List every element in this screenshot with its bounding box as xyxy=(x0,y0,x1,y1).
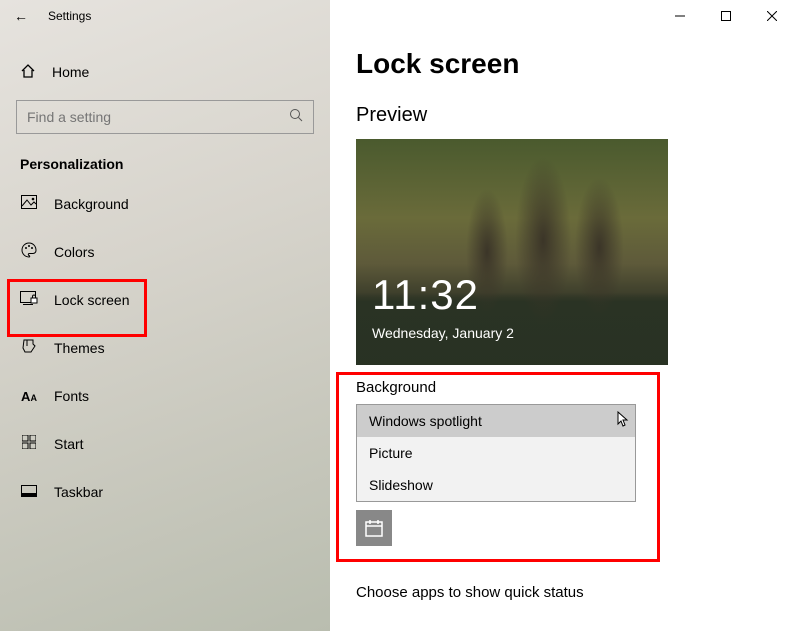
sidebar-item-label: Fonts xyxy=(54,388,89,404)
background-label: Background xyxy=(356,379,672,396)
titlebar: ← Settings xyxy=(0,0,795,32)
preview-date: Wednesday, January 2 xyxy=(372,325,514,341)
taskbar-icon xyxy=(20,484,38,501)
picture-icon xyxy=(20,195,38,213)
window-title: Settings xyxy=(42,9,91,23)
calendar-app-tile[interactable] xyxy=(356,510,392,546)
home-icon xyxy=(20,63,36,82)
fonts-icon: AA xyxy=(20,389,38,404)
minimize-button[interactable] xyxy=(657,0,703,32)
search-box[interactable] xyxy=(16,100,314,134)
sidebar-item-colors[interactable]: Colors xyxy=(16,230,314,274)
close-button[interactable] xyxy=(749,0,795,32)
main-content: Lock screen Preview 11:32 Wednesday, Jan… xyxy=(330,0,795,631)
preview-heading: Preview xyxy=(356,104,795,127)
dropdown-option-spotlight[interactable]: Windows spotlight xyxy=(357,405,635,437)
preview-clock: 11:32 xyxy=(372,271,479,319)
cursor-icon xyxy=(617,411,631,434)
palette-icon xyxy=(20,242,38,262)
sidebar-item-label: Taskbar xyxy=(54,484,103,500)
lock-screen-icon xyxy=(20,291,38,309)
sidebar-item-themes[interactable]: Themes xyxy=(16,326,314,370)
home-label: Home xyxy=(52,64,89,80)
lock-screen-preview: 11:32 Wednesday, January 2 xyxy=(356,139,668,365)
start-icon xyxy=(20,435,38,453)
sidebar-item-fonts[interactable]: AA Fonts xyxy=(16,374,314,418)
home-link[interactable]: Home xyxy=(16,50,314,94)
sidebar-item-taskbar[interactable]: Taskbar xyxy=(16,470,314,514)
sidebar-item-start[interactable]: Start xyxy=(16,422,314,466)
dropdown-option-picture[interactable]: Picture xyxy=(357,437,635,469)
maximize-button[interactable] xyxy=(703,0,749,32)
sidebar-item-label: Background xyxy=(54,196,129,212)
sidebar: Home Personalization Background Colors xyxy=(0,0,330,631)
sidebar-item-label: Colors xyxy=(54,244,94,260)
search-icon xyxy=(289,108,303,127)
sidebar-item-label: Start xyxy=(54,436,84,452)
sidebar-item-background[interactable]: Background xyxy=(16,182,314,226)
page-title: Lock screen xyxy=(356,48,795,80)
dropdown-option-slideshow[interactable]: Slideshow xyxy=(357,469,635,501)
themes-icon xyxy=(20,338,38,358)
search-input[interactable] xyxy=(27,109,289,125)
background-dropdown[interactable]: Windows spotlight Picture Slideshow xyxy=(356,404,636,502)
quick-status-heading: Choose apps to show quick status xyxy=(356,584,795,601)
section-title: Personalization xyxy=(16,156,314,172)
back-button[interactable]: ← xyxy=(0,8,42,24)
sidebar-item-label: Themes xyxy=(54,340,105,356)
sidebar-item-lock-screen[interactable]: Lock screen xyxy=(16,278,314,322)
sidebar-item-label: Lock screen xyxy=(54,292,129,308)
